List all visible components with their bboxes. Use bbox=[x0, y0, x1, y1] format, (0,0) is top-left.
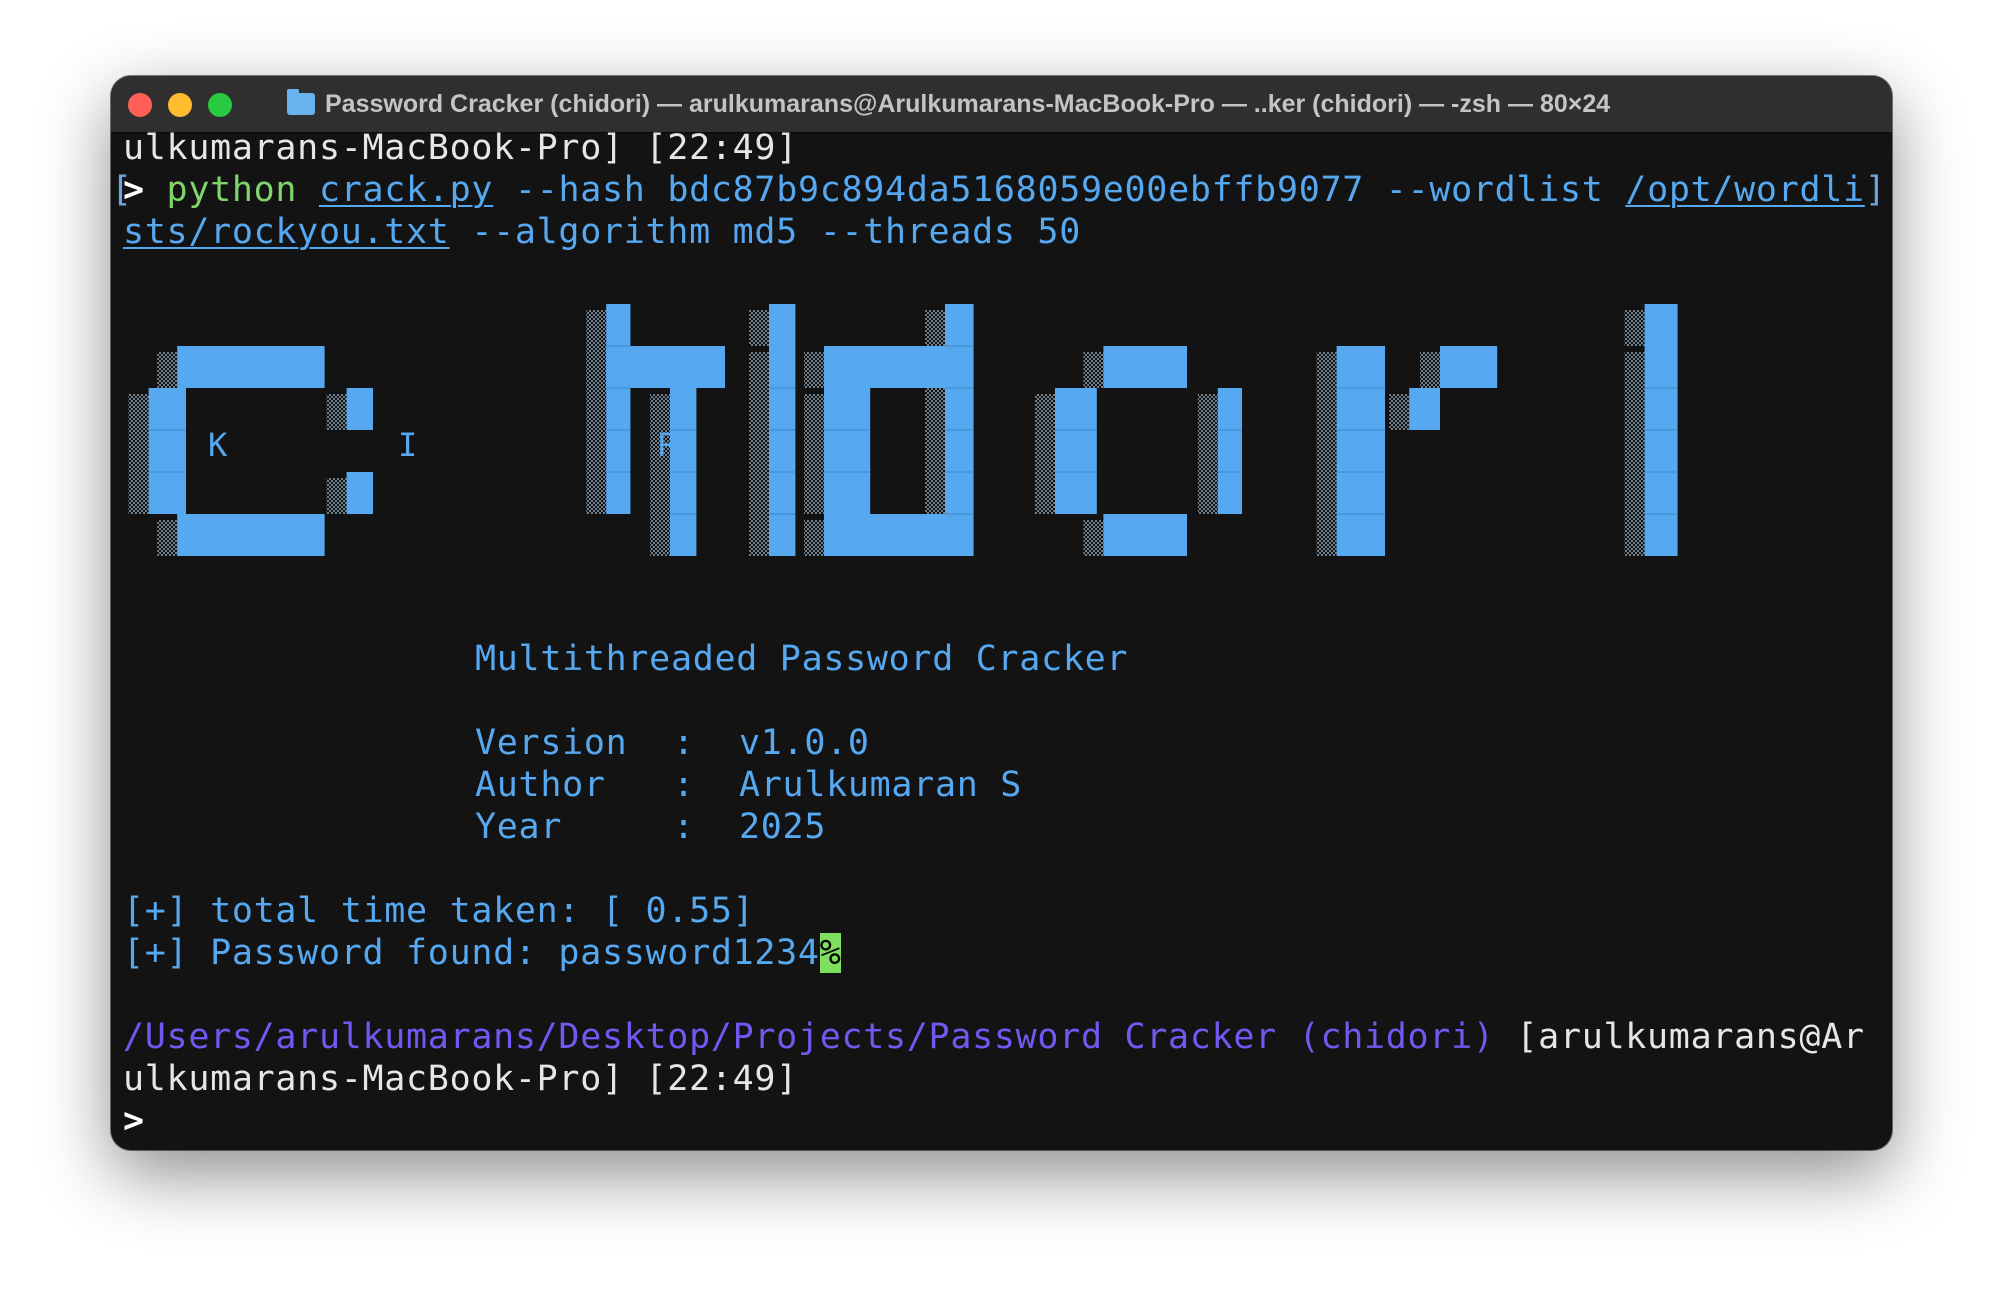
info-label: Author bbox=[475, 765, 606, 805]
banner-shadow bbox=[1035, 394, 1055, 514]
info-author: Author: Arulkumaran S bbox=[475, 764, 1021, 806]
banner-shadow bbox=[804, 394, 824, 514]
banner-block bbox=[177, 514, 325, 556]
banner-block bbox=[1644, 304, 1678, 346]
banner-block bbox=[606, 304, 631, 514]
banner-block bbox=[769, 346, 796, 556]
result-time: [+] total time taken: [ 0.55] bbox=[123, 891, 755, 931]
banner-shadow bbox=[157, 352, 178, 388]
info-version: Version: v1.0.0 bbox=[475, 722, 869, 764]
info-sep: : bbox=[673, 723, 695, 763]
terminal-window: Password Cracker (chidori) — arulkumaran… bbox=[111, 76, 1892, 1150]
info-year: Year: 2025 bbox=[475, 806, 825, 848]
info-label: Version bbox=[475, 723, 628, 763]
info-value: Arulkumaran S bbox=[739, 765, 1023, 805]
banner-shadow bbox=[804, 520, 824, 556]
banner-shadow bbox=[749, 310, 769, 346]
banner-shadow bbox=[804, 352, 824, 388]
info-value: v1.0.0 bbox=[739, 723, 870, 763]
banner-block bbox=[177, 346, 325, 388]
banner-shadow bbox=[326, 394, 347, 430]
chidori-banner: KIRA bbox=[128, 304, 1678, 556]
banner-shadow bbox=[1197, 394, 1218, 514]
banner-block bbox=[1103, 514, 1187, 556]
subtitle: Multithreaded Password Cracker bbox=[475, 639, 1129, 679]
banner-shadow bbox=[1624, 352, 1645, 556]
banner-shadow bbox=[586, 352, 607, 388]
banner-shadow bbox=[586, 310, 607, 514]
banner-block bbox=[1644, 346, 1678, 556]
no-newline-marker: % bbox=[819, 933, 842, 973]
banner-shadow bbox=[1624, 310, 1645, 346]
info-label: Year bbox=[475, 807, 563, 847]
banner-block bbox=[1055, 388, 1097, 514]
prompt-host-line: ulkumarans-MacBook-Pro] [22:49] bbox=[123, 1059, 798, 1099]
input-line[interactable]: > bbox=[123, 1100, 145, 1142]
final-prompt: > bbox=[123, 1101, 145, 1141]
banner-block bbox=[1336, 346, 1385, 556]
banner-shadow bbox=[1083, 352, 1104, 388]
banner-shadow bbox=[650, 394, 670, 556]
banner-shadow bbox=[1083, 520, 1104, 556]
banner-block bbox=[606, 346, 725, 388]
cwd-path: /Users/arulkumarans/Desktop/Projects/Pas… bbox=[123, 1017, 1495, 1057]
banner-block bbox=[346, 472, 373, 514]
banner-shadow bbox=[1420, 352, 1440, 388]
info-sep: : bbox=[673, 807, 695, 847]
banner-letter: R bbox=[658, 426, 678, 464]
banner-shadow bbox=[157, 520, 178, 556]
banner-block bbox=[769, 304, 796, 346]
result-found-text: [+] Password found: password1234 bbox=[123, 933, 820, 973]
banner-shadow bbox=[1389, 394, 1410, 430]
banner-block bbox=[148, 388, 186, 514]
result-found: [+] Password found: password1234% bbox=[123, 932, 842, 974]
prompt-line: /Users/arulkumarans/Desktop/Projects/Pas… bbox=[123, 1016, 1865, 1058]
banner-block bbox=[1409, 388, 1440, 430]
banner-shadow bbox=[128, 394, 149, 514]
banner-shadow bbox=[1316, 352, 1337, 556]
banner-block bbox=[824, 346, 952, 388]
banner-letter: A bbox=[846, 426, 865, 464]
banner-block bbox=[824, 514, 952, 556]
user-host: [arulkumarans@Ar bbox=[1494, 1017, 1865, 1057]
info-sep: : bbox=[673, 765, 695, 805]
info-value: 2025 bbox=[739, 807, 827, 847]
banner-block bbox=[346, 388, 373, 430]
banner-block bbox=[1217, 388, 1242, 514]
banner-letter: K bbox=[208, 426, 228, 464]
banner-shadow bbox=[749, 352, 769, 556]
banner-block bbox=[1440, 346, 1498, 388]
banner-shadow bbox=[326, 478, 347, 514]
banner-letter: I bbox=[398, 426, 417, 464]
banner-block bbox=[1103, 346, 1187, 388]
